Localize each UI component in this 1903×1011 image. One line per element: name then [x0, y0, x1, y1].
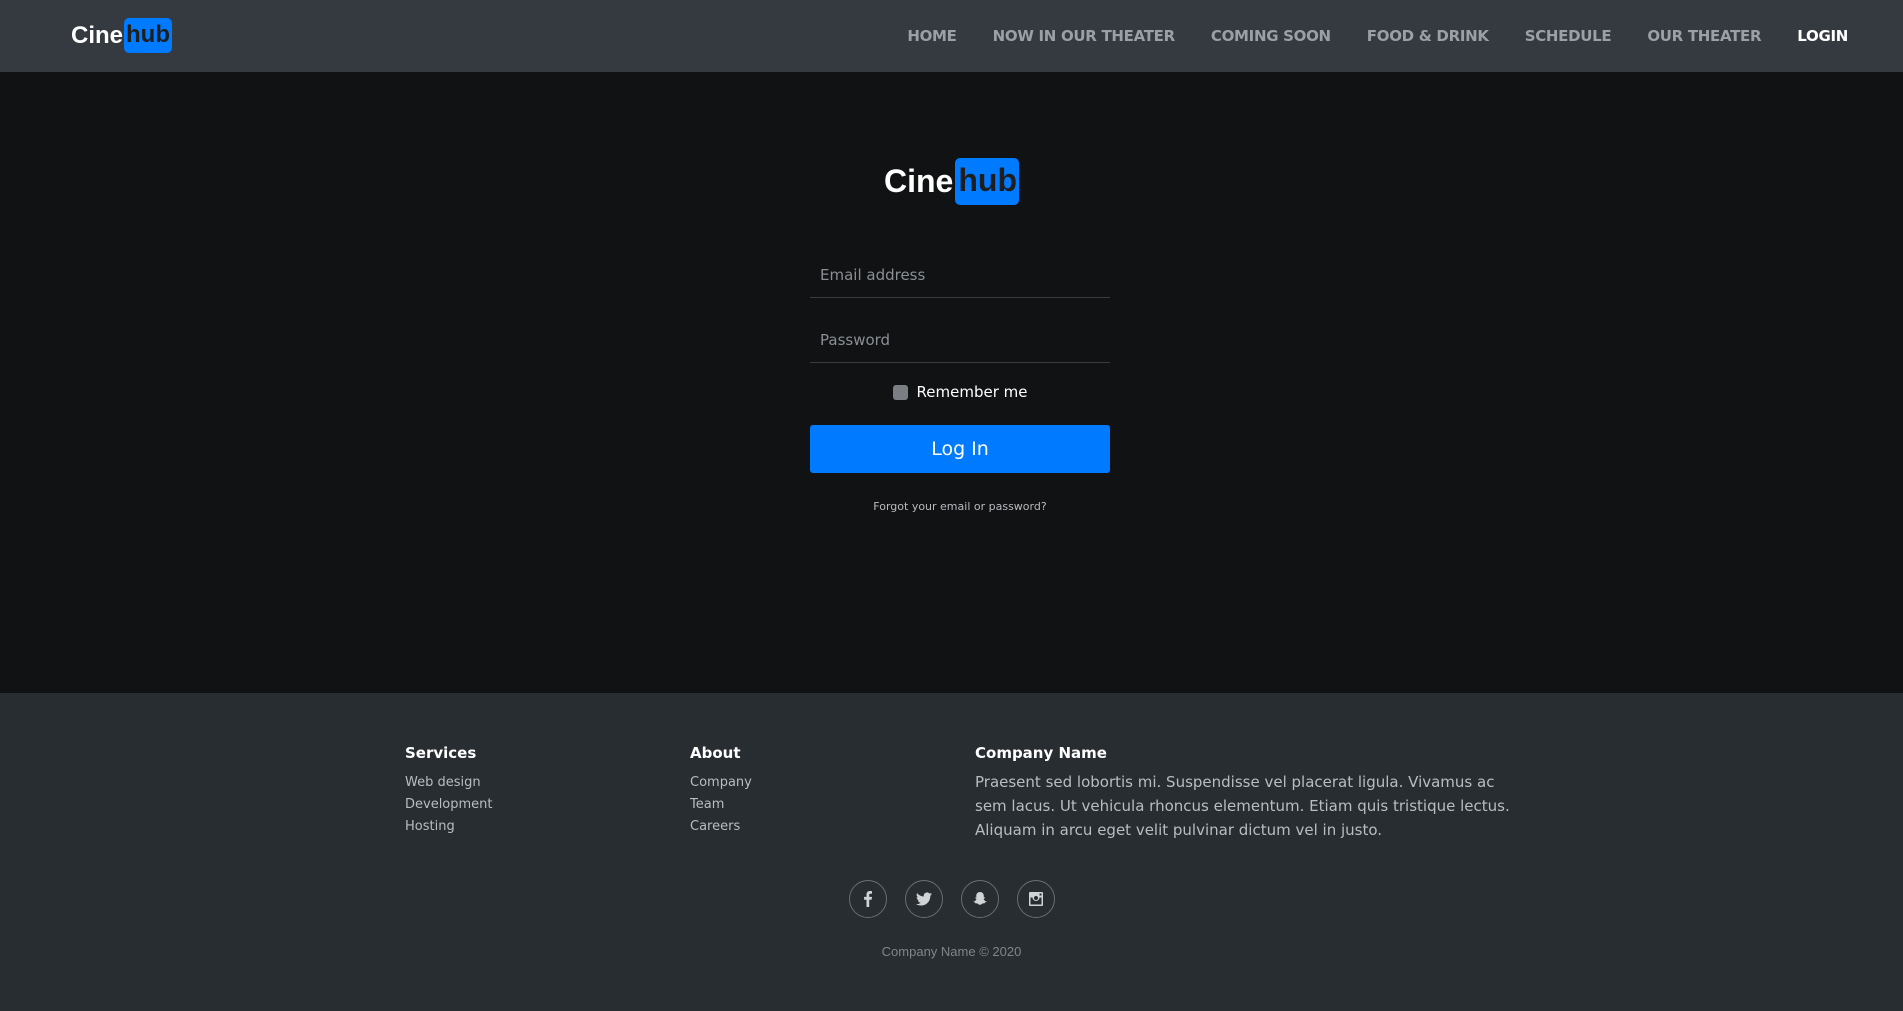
remember-me-row: Remember me — [810, 380, 1110, 404]
instagram-link[interactable] — [1016, 880, 1055, 918]
footer-services-title: Services — [405, 744, 477, 762]
instagram-icon — [1028, 892, 1043, 906]
password-field[interactable] — [810, 317, 1110, 363]
login-section: Cinehub Remember me Log In Forgot your e… — [0, 72, 1903, 693]
footer-link-careers[interactable]: Careers — [690, 816, 752, 838]
twitter-icon — [915, 892, 932, 906]
forgot-password-link[interactable]: Forgot your email or password? — [810, 500, 1110, 513]
brand-text-cine: Cine — [71, 21, 124, 49]
facebook-link[interactable] — [848, 880, 887, 918]
login-brand-text-cine: Cine — [884, 163, 954, 199]
login-form: Remember me Log In Forgot your email or … — [810, 252, 1110, 513]
navbar-brand-logo[interactable]: Cine hub — [71, 17, 172, 54]
brand-text-hub: hub — [124, 18, 172, 53]
nav-link-food-drink[interactable]: FOOD & DRINK — [1367, 27, 1489, 45]
facebook-icon — [863, 891, 872, 907]
social-links — [0, 880, 1903, 918]
footer-company-description: Praesent sed lobortis mi. Suspendisse ve… — [975, 773, 1510, 839]
footer-link-company[interactable]: Company — [690, 772, 752, 794]
email-field[interactable] — [810, 252, 1110, 298]
footer-about-title: About — [690, 744, 741, 762]
footer-link-hosting[interactable]: Hosting — [405, 816, 493, 838]
footer: Services Web design Development Hosting … — [0, 693, 1903, 1011]
login-button[interactable]: Log In — [810, 425, 1110, 473]
nav-link-our-theater[interactable]: OUR THEATER — [1647, 27, 1761, 45]
nav-link-schedule[interactable]: SCHEDULE — [1525, 27, 1612, 45]
login-brand-logo: Cine hub — [0, 158, 1903, 205]
footer-company-title: Company Name — [975, 744, 1107, 762]
snapchat-link[interactable] — [960, 880, 999, 918]
snapchat-icon — [973, 892, 987, 905]
footer-services-column: Services Web design Development Hosting — [405, 744, 493, 838]
footer-link-team[interactable]: Team — [690, 794, 752, 816]
main-nav: HOME NOW IN OUR THEATER COMING SOON FOOD… — [871, 0, 1848, 72]
footer-link-web-design[interactable]: Web design — [405, 772, 493, 794]
nav-link-now-in-our-theater[interactable]: NOW IN OUR THEATER — [993, 27, 1176, 45]
nav-link-login[interactable]: LOGIN — [1797, 27, 1848, 45]
footer-link-development[interactable]: Development — [405, 794, 493, 816]
nav-link-coming-soon[interactable]: COMING SOON — [1211, 27, 1331, 45]
twitter-link[interactable] — [904, 880, 943, 918]
remember-me-checkbox[interactable] — [892, 384, 908, 400]
footer-copyright: Company Name © 2020 — [881, 944, 1022, 959]
navbar: Cine hub HOME NOW IN OUR THEATER COMING S… — [0, 0, 1903, 72]
footer-about-column: About Company Team Careers — [690, 744, 752, 838]
login-brand-text-hub: hub — [955, 158, 1019, 205]
remember-me-label[interactable]: Remember me — [917, 383, 1028, 401]
footer-company-column: Company Name Praesent sed lobortis mi. S… — [975, 744, 1515, 842]
nav-link-home[interactable]: HOME — [907, 27, 957, 45]
